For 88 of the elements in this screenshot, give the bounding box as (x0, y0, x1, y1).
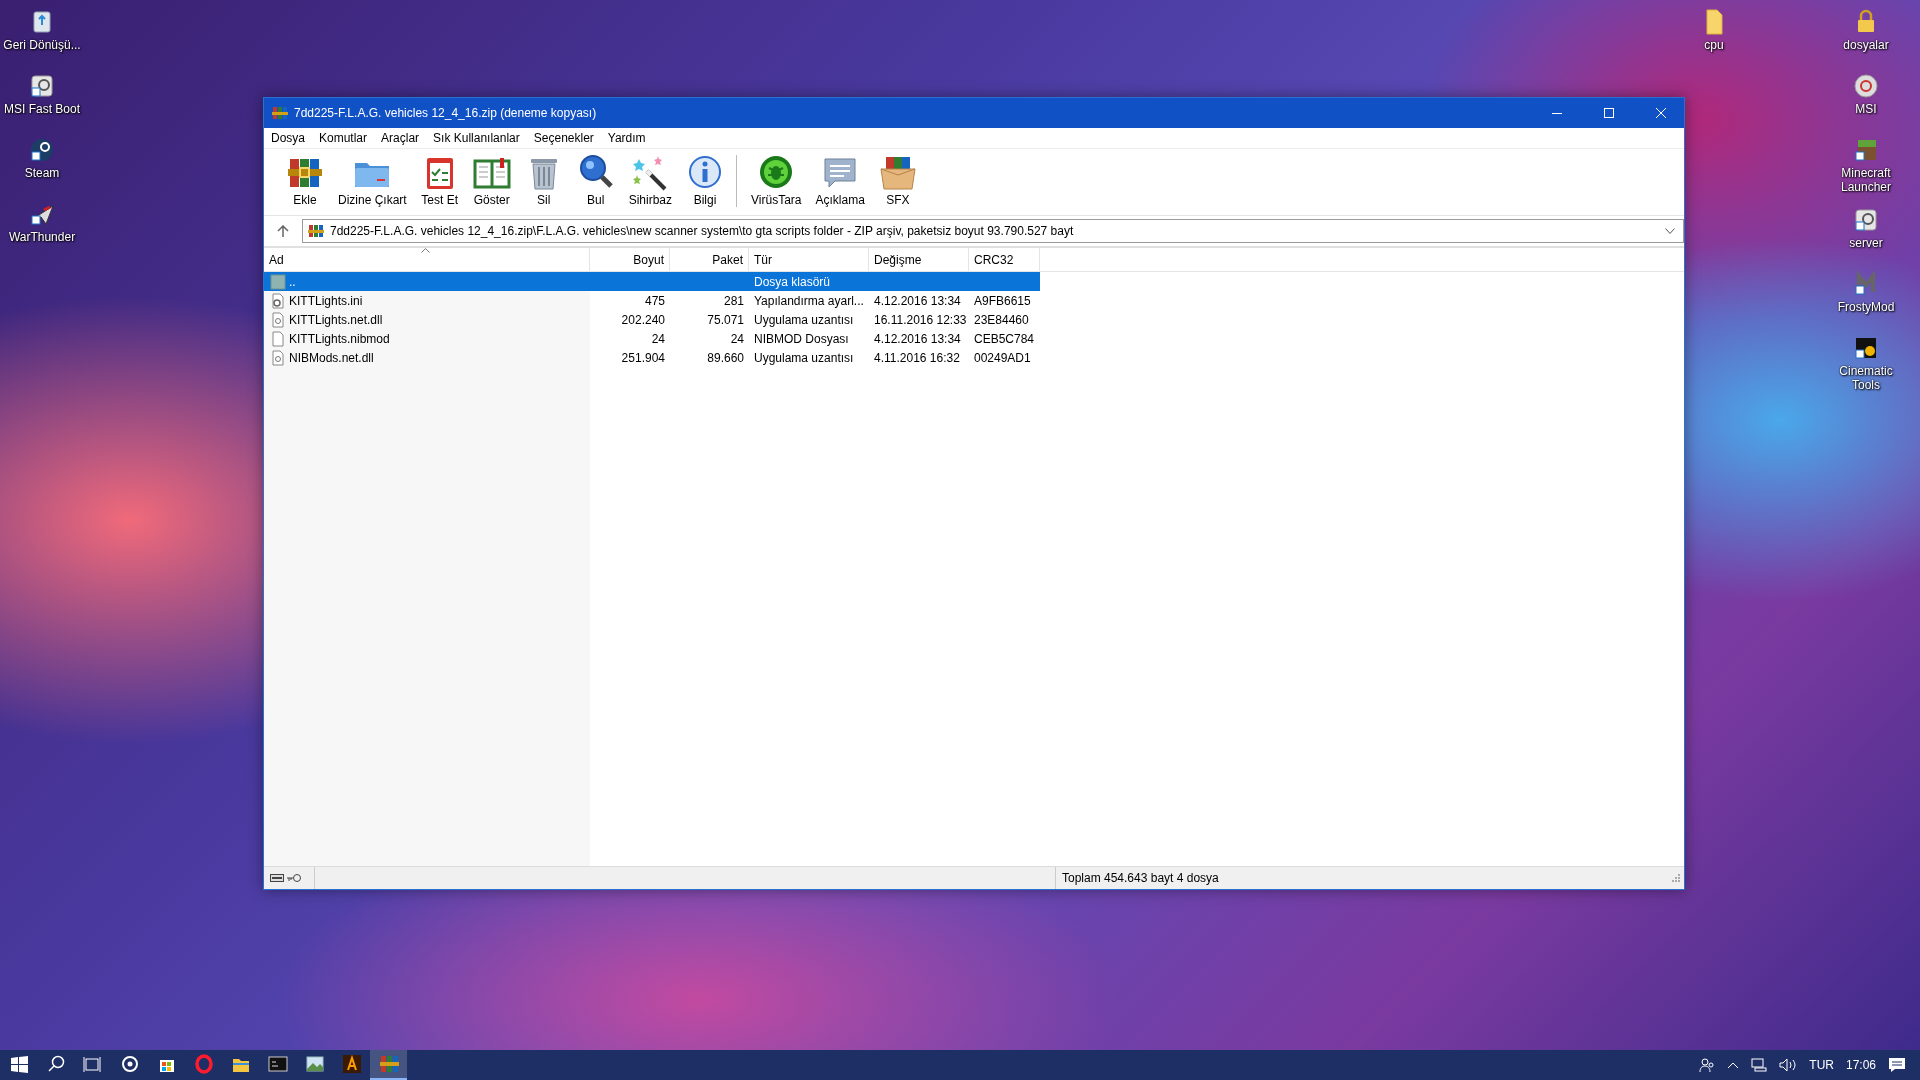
archive-icon (377, 1053, 400, 1075)
table-cell: 00249AD1 (974, 350, 1031, 365)
toolbar-button[interactable]: Bul (572, 153, 619, 207)
table-cell: 202.240 (621, 312, 665, 327)
desktop-icon-label[interactable]: server (1849, 236, 1883, 250)
table-cell: NIBMods.net.dll (289, 350, 374, 365)
archive-icon (308, 223, 324, 239)
speaker-icon[interactable] (1779, 1058, 1798, 1072)
toolbar-button[interactable]: Açıklama (811, 153, 869, 207)
file-row[interactable]: KITTLights.nibmod 24 24 NIBMOD Dosyası 4.12.2016 13:34 CEB5C784 (264, 329, 1040, 348)
table-cell: NIBMOD Dosyası (754, 331, 849, 346)
table-cell: 4.12.2016 13:34 (874, 293, 961, 308)
toolbar-button[interactable]: Göster (468, 153, 515, 207)
toolbar-button[interactable]: Ekle (282, 153, 328, 207)
resize-grip-icon (1672, 874, 1680, 882)
table-cell: Uygulama uzantısı (754, 350, 854, 365)
table-cell: KITTLights.ini (289, 293, 363, 308)
table-cell: KITTLights.nibmod (289, 331, 390, 346)
menu-item[interactable]: Sık Kullanılanlar (433, 131, 520, 145)
desktop-icon-label[interactable]: Cinematic Tools (1824, 364, 1908, 392)
table-cell: .. (289, 274, 296, 289)
file-row[interactable]: NIBMods.net.dll 251.904 89.660 Uygulama uzantısı 4.11.2016 16:32 00249AD1 (264, 348, 1040, 367)
table-cell: Uygulama uzantısı (754, 312, 854, 327)
toolbar-button[interactable]: Sil (520, 153, 567, 207)
maximize-icon (1604, 108, 1614, 118)
table-cell: 75.071 (707, 312, 744, 327)
table-cell: 89.660 (707, 350, 744, 365)
desktop-icon-label[interactable]: dosyalar (1843, 38, 1889, 52)
table-cell: 475 (644, 293, 665, 308)
table-cell: 4.12.2016 13:34 (874, 331, 961, 346)
clock[interactable]: 17:06 (1845, 1058, 1876, 1072)
menu-item[interactable]: Seçenekler (533, 131, 594, 145)
menu-item[interactable]: Araçlar (381, 131, 420, 145)
path-field[interactable]: 7dd225-F.L.A.G. vehicles 12_4_16.zip\F.L.A.G. vehicles\new scanner system\to gta scripts folder - ZIP arşiv, paketsiz boyut 93.790.527 bayt (302, 219, 1684, 243)
toolbar-button[interactable]: Sihirbaz (624, 153, 677, 207)
terminal-icon (266, 1053, 289, 1075)
toolbar-button[interactable]: Dizine Çıkart (334, 153, 411, 207)
table-cell: 24 (651, 331, 665, 346)
toolbar-button[interactable]: SFX (874, 153, 921, 207)
desktop-icon-label[interactable]: MSI Fast Boot (4, 102, 80, 116)
language-indicator[interactable]: TUR (1809, 1058, 1834, 1072)
drive-icon (270, 874, 284, 882)
people-icon[interactable] (1699, 1057, 1716, 1073)
folder-icon (270, 273, 286, 290)
desktop-icon-label[interactable]: Minecraft Launcher (1824, 166, 1908, 194)
close-icon (1656, 108, 1666, 118)
status-text: Toplam 454.643 bayt 4 dosya (1062, 871, 1219, 885)
settings-file-icon (270, 292, 286, 309)
menu-item[interactable]: Komutlar (319, 131, 368, 145)
table-cell: Dosya klasörü (754, 274, 831, 289)
table-cell: A9FB6615 (974, 293, 1031, 308)
desktop-icon-label[interactable]: cpu (1704, 38, 1724, 52)
key-icon (287, 873, 301, 883)
menu-item[interactable]: Yardım (607, 131, 646, 145)
table-cell: 281 (723, 293, 744, 308)
desktop-icon-label[interactable]: Steam (24, 166, 60, 180)
file-row[interactable]: KITTLights.ini 475 281 Yapılandırma ayarl... 4.12.2016 13:34 A9FB6615 (264, 291, 1040, 310)
desktop-icon-label[interactable]: WarThunder (8, 230, 76, 244)
table-cell: KITTLights.net.dll (289, 312, 383, 327)
desktop-icon-label[interactable]: FrostyMod (1837, 300, 1895, 314)
caret-up-icon[interactable] (1727, 1061, 1740, 1069)
archive-app-icon (272, 105, 288, 121)
file-row[interactable]: .. Dosya klasörü (264, 272, 1040, 291)
file-row[interactable]: KITTLights.net.dll 202.240 75.071 Uygulama uzantısı 16.11.2016 12:33 23E84460 (264, 310, 1040, 329)
table-cell: Yapılandırma ayarl... (754, 293, 864, 308)
menu-item[interactable]: Dosya (271, 131, 305, 145)
dll-file-icon (270, 349, 286, 366)
toolbar-button[interactable]: VirüsTara (747, 153, 806, 207)
table-cell: 23E84460 (974, 312, 1029, 327)
window-title: 7dd225-F.L.A.G. vehicles 12_4_16.zip (deneme kopyası) (294, 106, 597, 120)
toolbar-button[interactable]: Test Et (416, 153, 463, 207)
chevron-down-icon (1665, 228, 1675, 234)
table-cell: 251.904 (621, 350, 665, 365)
desktop-icon-label[interactable]: MSI (1855, 102, 1877, 116)
table-cell: 24 (730, 331, 744, 346)
picture-icon (303, 1053, 326, 1075)
toolbar-button[interactable]: Bilgi (682, 153, 729, 207)
network-icon[interactable] (1751, 1058, 1768, 1072)
a-letter-icon (340, 1053, 363, 1075)
up-arrow-icon (277, 225, 289, 237)
dll-file-icon (270, 311, 286, 328)
o-letter-icon (192, 1053, 215, 1075)
desktop-icon-label[interactable]: Geri Dönüşü... (3, 38, 81, 52)
notification-icon[interactable] (1888, 1057, 1906, 1073)
file-icon (270, 330, 286, 347)
table-cell: CEB5C784 (974, 331, 1035, 346)
table-cell: 16.11.2016 12:33 (874, 312, 967, 327)
table-cell: 4.11.2016 16:32 (874, 350, 960, 365)
